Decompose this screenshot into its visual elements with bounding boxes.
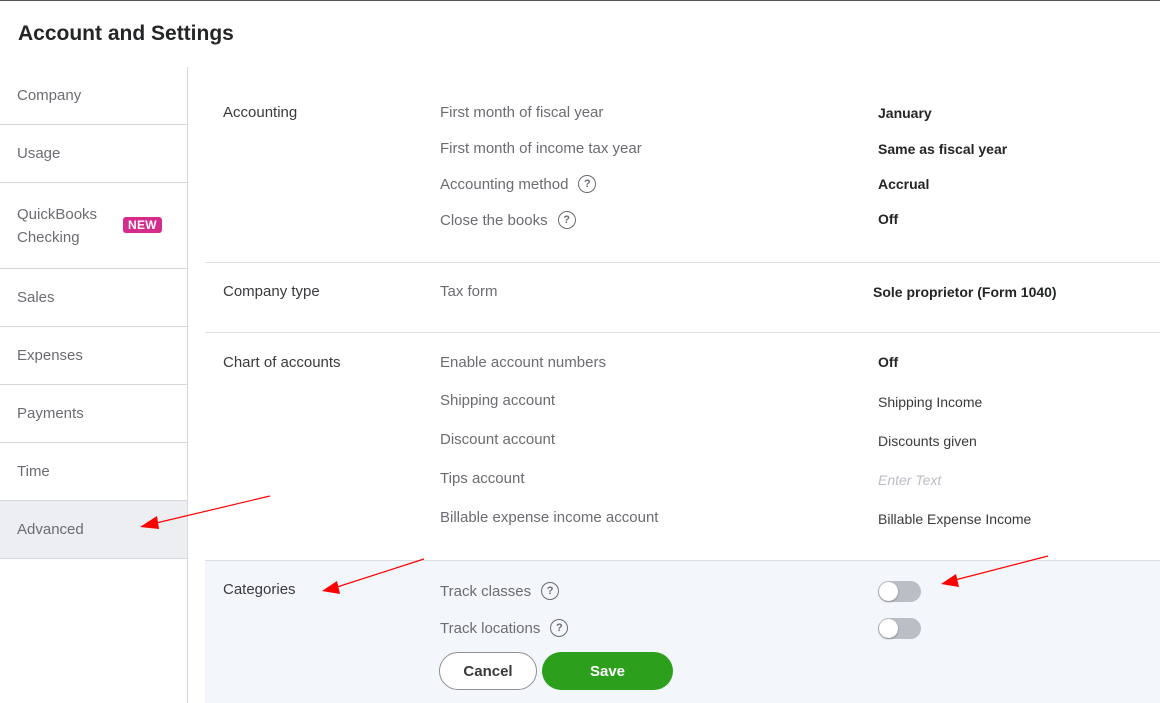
field-tips-account-label: Tips account — [440, 470, 525, 487]
sidebar-item-sales[interactable]: Sales — [0, 269, 187, 327]
new-badge: NEW — [123, 217, 162, 233]
field-tax-form-value[interactable]: Sole proprietor (Form 1040) — [873, 284, 1057, 300]
label-text: Enable account numbers — [440, 354, 606, 371]
help-icon[interactable]: ? — [578, 175, 597, 193]
field-discount-account-value[interactable]: Discounts given — [878, 433, 977, 449]
field-fiscal-year-value[interactable]: January — [878, 105, 932, 121]
track-locations-toggle[interactable] — [878, 618, 921, 639]
label-text: Track classes — [440, 582, 532, 600]
section-categories-label: Categories — [223, 581, 296, 598]
field-tax-form-label: Tax form — [440, 283, 498, 300]
label-text: First month of income tax year — [440, 140, 642, 157]
section-divider — [205, 262, 1160, 263]
label-text: Tax form — [440, 283, 498, 300]
sidebar-item-quickbooks-checking[interactable]: QuickBooks Checking NEW — [0, 183, 187, 269]
field-close-books-value[interactable]: Off — [878, 211, 898, 227]
label-text: Discount account — [440, 431, 556, 448]
label-line-1: QuickBooks — [17, 205, 98, 223]
help-icon[interactable]: ? — [550, 619, 569, 637]
field-tax-year-label: First month of income tax year — [440, 140, 642, 157]
field-account-numbers-value[interactable]: Off — [878, 354, 898, 370]
section-company-type-label: Company type — [223, 283, 320, 300]
label-text: Accounting method — [440, 175, 569, 193]
field-tips-account-input[interactable]: Enter Text — [878, 472, 941, 488]
field-account-numbers-label: Enable account numbers — [440, 354, 606, 371]
field-accounting-method-value[interactable]: Accrual — [878, 176, 929, 192]
settings-sidebar: Company Usage QuickBooks Checking NEW Sal… — [0, 67, 188, 703]
section-divider — [205, 332, 1160, 333]
label-text: First month of fiscal year — [440, 104, 604, 121]
sidebar-item-usage[interactable]: Usage — [0, 125, 187, 183]
sidebar-item-payments[interactable]: Payments — [0, 385, 187, 443]
field-fiscal-year-label: First month of fiscal year — [440, 104, 603, 121]
field-tax-year-value[interactable]: Same as fiscal year — [878, 141, 1007, 157]
sidebar-item-label: Expenses — [17, 347, 83, 364]
field-track-locations-label: Track locations? — [440, 619, 569, 637]
field-accounting-method-label: Accounting method? — [440, 175, 597, 193]
cancel-button[interactable]: Cancel — [439, 652, 537, 690]
field-shipping-account-value[interactable]: Shipping Income — [878, 394, 982, 410]
sidebar-item-label: Advanced — [17, 521, 84, 538]
page-title: Account and Settings — [18, 22, 234, 45]
sidebar-item-advanced[interactable]: Advanced — [0, 501, 187, 559]
field-billable-expense-value[interactable]: Billable Expense Income — [878, 511, 1042, 527]
field-track-classes-label: Track classes? — [440, 582, 560, 600]
sidebar-item-label: QuickBooks Checking — [17, 203, 97, 249]
help-icon[interactable]: ? — [557, 211, 576, 229]
sidebar-item-label: Usage — [17, 145, 61, 162]
window-top-border — [0, 0, 1160, 1]
label-text: Tips account — [440, 470, 525, 487]
field-discount-account-label: Discount account — [440, 431, 555, 448]
field-close-books-label: Close the books? — [440, 211, 576, 229]
label-text: Track locations — [440, 619, 541, 637]
sidebar-item-label: Time — [17, 463, 50, 480]
label-text: Shipping account — [440, 392, 556, 409]
sidebar-item-label: Company — [17, 87, 82, 104]
label-text: Close the books — [440, 211, 548, 229]
track-classes-toggle[interactable] — [878, 581, 921, 602]
toggle-knob — [879, 619, 898, 638]
toggle-knob — [879, 582, 898, 601]
categories-panel — [205, 560, 1160, 703]
sidebar-item-label: Payments — [17, 405, 84, 422]
save-button[interactable]: Save — [542, 652, 673, 690]
section-chart-of-accounts-label: Chart of accounts — [223, 354, 341, 371]
help-icon[interactable]: ? — [541, 582, 560, 600]
sidebar-item-company[interactable]: Company — [0, 67, 187, 125]
sidebar-item-label: Sales — [17, 289, 55, 306]
label-line-2: Checking — [17, 228, 80, 246]
sidebar-item-time[interactable]: Time — [0, 443, 187, 501]
section-accounting-label: Accounting — [223, 104, 298, 121]
sidebar-item-expenses[interactable]: Expenses — [0, 327, 187, 385]
field-billable-expense-label: Billable expense income account — [440, 509, 658, 526]
label-text: Billable expense income account — [440, 509, 659, 526]
field-shipping-account-label: Shipping account — [440, 392, 555, 409]
